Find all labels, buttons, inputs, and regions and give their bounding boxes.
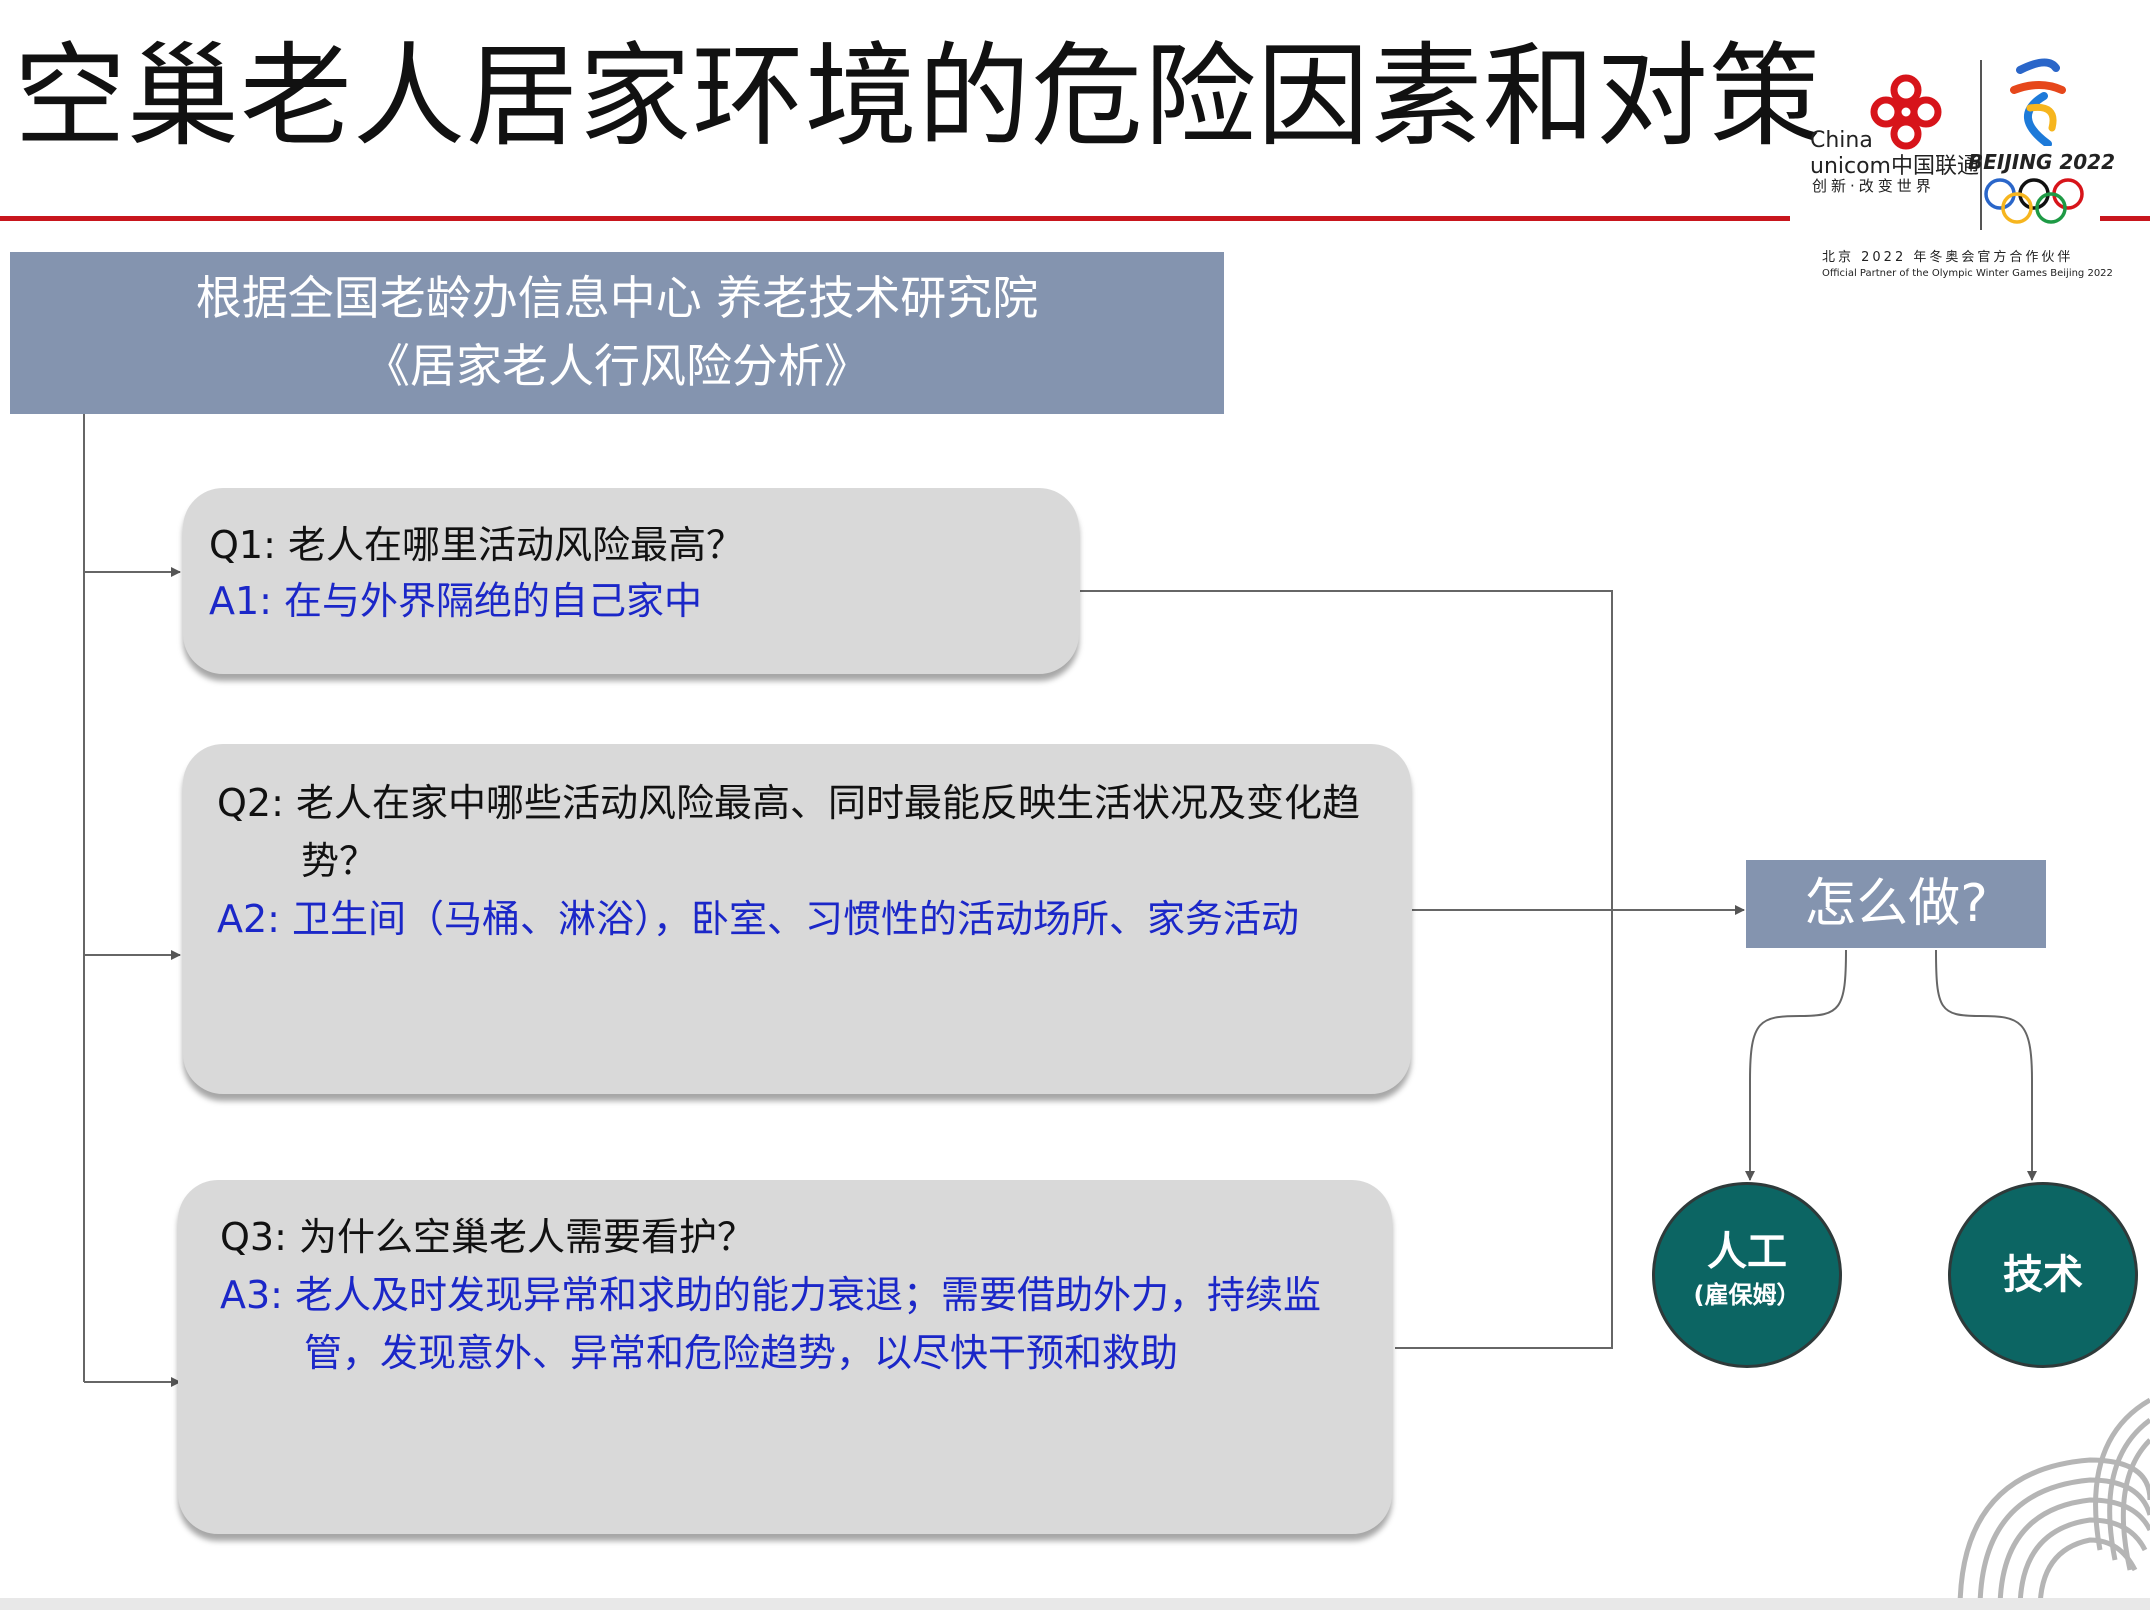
option-manual-sublabel: (雇保姆） [1693,1281,1801,1309]
q3-card: Q3: 为什么空巢老人需要看护？ A3: 老人及时发现异常和求助的能力衰退；需要… [178,1180,1392,1534]
q2-answer: A2: 卫生间（马桶、淋浴），卧室、习惯性的活动场所、家务活动 [217,897,1300,941]
bottom-border [0,1598,2150,1610]
q3-question: Q3: 为什么空巢老人需要看护？ [220,1215,755,1259]
q1-answer: A1: 在与外界隔绝的自己家中 [209,579,703,623]
q3-answer-line2: 管，发现意外、异常和危险趋势，以尽快干预和救助 [304,1331,1179,1375]
q2-card: Q2: 老人在家中哪些活动风险最高、同时最能反映生活状况及变化趋 势？ A2: … [183,744,1411,1094]
option-tech-label: 技术 [2003,1252,2083,1298]
q1-card: Q1: 老人在哪里活动风险最高？ A1: 在与外界隔绝的自己家中 [183,488,1079,674]
q3-answer-line1: A3: 老人及时发现异常和求助的能力衰退；需要借助外力，持续监 [220,1273,1322,1317]
how-to-do-box: 怎么做? [1746,860,2046,948]
q2-question-line1: Q2: 老人在家中哪些活动风险最高、同时最能反映生活状况及变化趋 [217,781,1360,825]
option-manual-label: 人工 [1707,1229,1787,1275]
option-manual-circle: 人工 (雇保姆） [1652,1182,1842,1368]
decorative-corner-pattern [1957,1397,2150,1610]
q2-question-line2: 势？ [301,839,378,883]
q1-question: Q1: 老人在哪里活动风险最高？ [209,523,744,567]
